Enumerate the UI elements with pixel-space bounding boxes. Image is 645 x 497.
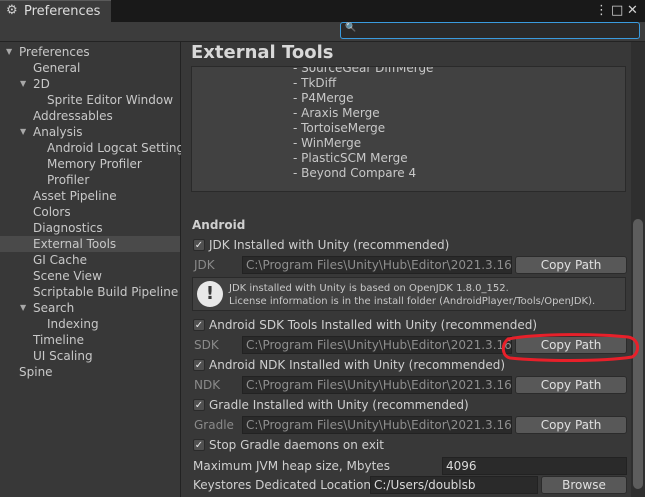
sidebar-item-diagnostics[interactable]: Diagnostics [33,220,103,236]
sdk-checkbox[interactable]: ✓ [193,319,205,331]
list-item: - TortoiseMerge [293,121,386,135]
jdk-path-label: JDK [194,258,215,272]
sidebar-item-profiler[interactable]: Profiler [47,172,89,188]
info-icon: ! [197,281,223,307]
list-item: - TkDiff [293,76,337,90]
red-annotation-circle [501,333,639,362]
list-item: - WinMerge [293,136,362,150]
expand-arrow-icon[interactable]: ▼ [20,79,26,88]
gradle-path-label: Gradle [194,418,234,432]
window-title: Preferences [24,4,101,19]
info-text-line: JDK installed with Unity is based on Ope… [229,283,509,294]
sidebar-item-indexing[interactable]: Indexing [47,316,99,332]
stop-gradle-label: Stop Gradle daemons on exit [209,438,384,452]
sidebar-item-scene-view[interactable]: Scene View [33,268,102,284]
sidebar-item-ui-scaling[interactable]: UI Scaling [33,348,93,364]
info-text-line: License information is in the install fo… [229,296,596,307]
list-item: - Araxis Merge [293,106,380,120]
jdk-checkbox[interactable]: ✓ [193,239,205,251]
sidebar-item-timeline[interactable]: Timeline [33,332,84,348]
gradle-checkbox[interactable]: ✓ [193,399,205,411]
sidebar-item-2d[interactable]: 2D [33,76,50,92]
page-title: External Tools [191,42,334,63]
sdk-checkbox-label: Android SDK Tools Installed with Unity (… [209,318,538,332]
sdk-path-field[interactable]: C:\Program Files\Unity\Hub\Editor\2021.3… [242,336,512,354]
keystore-path-field[interactable]: C:/Users/doublsb [370,476,538,494]
ndk-copy-path-button[interactable]: Copy Path [515,376,627,394]
sidebar-item-android-logcat-settings[interactable]: Android Logcat Settings [47,140,190,156]
expand-arrow-icon[interactable]: ▼ [20,127,26,136]
list-item: - Beyond Compare 4 [293,166,417,180]
ndk-checkbox[interactable]: ✓ [193,359,205,371]
list-item: - SourceGear DiffMerge [293,66,434,75]
sidebar-item-addressables[interactable]: Addressables [33,108,113,124]
jdk-copy-path-button[interactable]: Copy Path [515,256,627,274]
sidebar-item-sprite-editor-window[interactable]: Sprite Editor Window [47,92,173,108]
sidebar-item-scriptable-build-pipeline[interactable]: Scriptable Build Pipeline [33,284,178,300]
expand-arrow-icon[interactable]: ▼ [6,47,12,56]
ndk-path-label: NDK [194,378,221,392]
maximize-icon[interactable]: □ [611,3,623,18]
ndk-path-field[interactable]: C:\Program Files\Unity\Hub\Editor\2021.3… [242,376,512,394]
android-section-heading: Android [192,218,246,232]
sidebar-item-external-tools[interactable]: External Tools [0,236,180,252]
kebab-icon[interactable]: ⋮ [595,3,608,18]
browse-button[interactable]: Browse [541,476,627,494]
ndk-checkbox-label: Android NDK Installed with Unity (recomm… [209,358,506,372]
gradle-checkbox-label: Gradle Installed with Unity (recommended… [209,398,469,412]
close-icon[interactable]: ✕ [627,3,638,18]
jdk-info-box: ! JDK installed with Unity is based on O… [192,277,626,311]
jdk-path-field[interactable]: C:\Program Files\Unity\Hub\Editor\2021.3… [242,256,512,274]
stop-gradle-checkbox[interactable]: ✓ [193,439,205,451]
sidebar-item-general[interactable]: General [33,60,80,76]
jdk-checkbox-label: JDK Installed with Unity (recommended) [209,238,450,252]
sidebar: ▼ Preferences General ▼ 2D Sprite Editor… [0,42,190,497]
jvm-heap-input[interactable]: 4096 [442,457,627,475]
sidebar-item-colors[interactable]: Colors [33,204,71,220]
sidebar-item-gi-cache[interactable]: GI Cache [33,252,87,268]
gradle-path-field[interactable]: C:\Program Files\Unity\Hub\Editor\2021.3… [242,416,512,434]
preferences-tab[interactable]: ⚙ Preferences [0,0,111,22]
keystore-label: Keystores Dedicated Location [193,478,371,492]
expand-arrow-icon[interactable]: ▼ [20,303,26,312]
diff-tools-list: - SourceGear DiffMerge - TkDiff - P4Merg… [191,66,626,192]
jvm-heap-label: Maximum JVM heap size, Mbytes [193,459,390,473]
sidebar-item-analysis[interactable]: Analysis [33,124,82,140]
sidebar-item-spine[interactable]: Spine [19,364,53,380]
list-item: - PlasticSCM Merge [293,151,408,165]
gear-icon: ⚙ [6,3,18,18]
sidebar-item-search[interactable]: Search [33,300,74,316]
sdk-path-label: SDK [194,338,219,352]
sidebar-item-memory-profiler[interactable]: Memory Profiler [47,156,142,172]
search-input[interactable]: 🔍 [340,22,640,39]
sidebar-item-asset-pipeline[interactable]: Asset Pipeline [33,188,117,204]
search-icon: 🔍 [345,23,357,33]
gradle-copy-path-button[interactable]: Copy Path [515,416,627,434]
list-item: - P4Merge [293,91,354,105]
sidebar-item-preferences[interactable]: Preferences [19,44,90,60]
